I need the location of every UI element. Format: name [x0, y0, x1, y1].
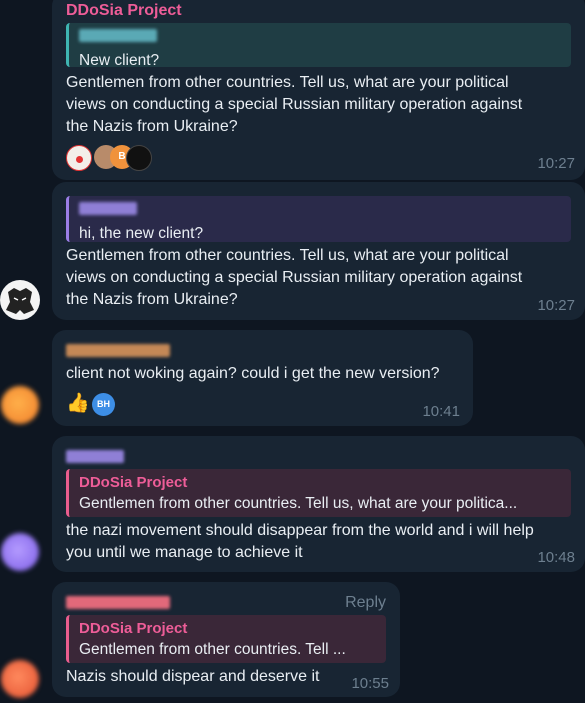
- clown-icon[interactable]: [66, 145, 92, 171]
- reply-text: Gentlemen from other countries. Tell ...: [79, 641, 346, 658]
- message-time: 10:55: [351, 675, 389, 692]
- bear-avatar[interactable]: [0, 280, 40, 320]
- message-text: Gentlemen from other countries. Tell us,…: [66, 245, 576, 311]
- reply-quote[interactable]: DDoSia Project Gentlemen from other coun…: [66, 469, 571, 517]
- message-time: 10:41: [422, 403, 460, 420]
- reply-quote[interactable]: hi, the new client?: [66, 196, 571, 242]
- blurred-sender-name: [66, 596, 170, 609]
- text-line: the Nazis from Ukraine?: [66, 118, 238, 135]
- message-time: 10:27: [537, 155, 575, 172]
- text-line: views on conducting a special Russian mi…: [66, 96, 523, 113]
- message-time: 10:48: [537, 549, 575, 566]
- reply-text: hi, the new client?: [79, 225, 204, 242]
- avatar-dark-icon[interactable]: [126, 145, 152, 171]
- reply-text: New client?: [79, 52, 160, 69]
- message-text: Nazis should dispear and deserve it: [66, 668, 320, 685]
- message-bubble-4[interactable]: DDoSia Project Gentlemen from other coun…: [52, 436, 585, 572]
- text-line: the nazi movement should disappear from …: [66, 522, 534, 539]
- message-bubble-5[interactable]: Reply DDoSia Project Gentlemen from othe…: [52, 582, 400, 697]
- reply-text: Gentlemen from other countries. Tell us,…: [79, 495, 518, 512]
- message-text: the nazi movement should disappear from …: [66, 520, 576, 564]
- message-bubble-2[interactable]: hi, the new client? Gentlemen from other…: [52, 182, 585, 320]
- text-line: you until we manage to achieve it: [66, 544, 303, 561]
- avatar-BH-icon[interactable]: BH: [92, 393, 115, 416]
- reply-quote[interactable]: New client?: [66, 23, 571, 69]
- blurred-reply-name: [79, 29, 157, 42]
- bear-icon: [6, 288, 34, 314]
- reaction-avatar-letter: B: [118, 151, 126, 162]
- thumbs-up-icon[interactable]: 👍: [66, 392, 90, 416]
- text-line: views on conducting a special Russian mi…: [66, 269, 523, 286]
- reaction-avatar-letters: BH: [97, 399, 110, 409]
- text-line: the Nazis from Ukraine?: [66, 291, 238, 308]
- text-line: Gentlemen from other countries. Tell us,…: [66, 74, 509, 91]
- reply-name: DDoSia Project: [79, 474, 188, 491]
- message-bubble-1[interactable]: DDoSia Project New client? Gentlemen fro…: [52, 0, 585, 180]
- reactions-row[interactable]: B: [66, 145, 156, 171]
- user-avatar[interactable]: [1, 386, 39, 424]
- message-text: client not woking again? could i get the…: [66, 365, 440, 382]
- text-line: Gentlemen from other countries. Tell us,…: [66, 247, 509, 264]
- blurred-sender-name: [66, 450, 124, 463]
- reply-name: DDoSia Project: [79, 620, 188, 637]
- message-bubble-3[interactable]: client not woking again? could i get the…: [52, 330, 473, 426]
- message-text: Gentlemen from other countries. Tell us,…: [66, 72, 576, 138]
- user-avatar[interactable]: [1, 660, 39, 698]
- reactions-row[interactable]: 👍 BH: [66, 392, 126, 418]
- sender-name[interactable]: DDoSia Project: [66, 1, 182, 21]
- blurred-sender-name: [66, 344, 170, 357]
- reply-quote[interactable]: DDoSia Project Gentlemen from other coun…: [66, 615, 386, 663]
- message-time: 10:27: [537, 297, 575, 314]
- blurred-reply-name: [79, 202, 137, 215]
- reply-button[interactable]: Reply: [345, 594, 386, 612]
- user-avatar[interactable]: [1, 533, 39, 571]
